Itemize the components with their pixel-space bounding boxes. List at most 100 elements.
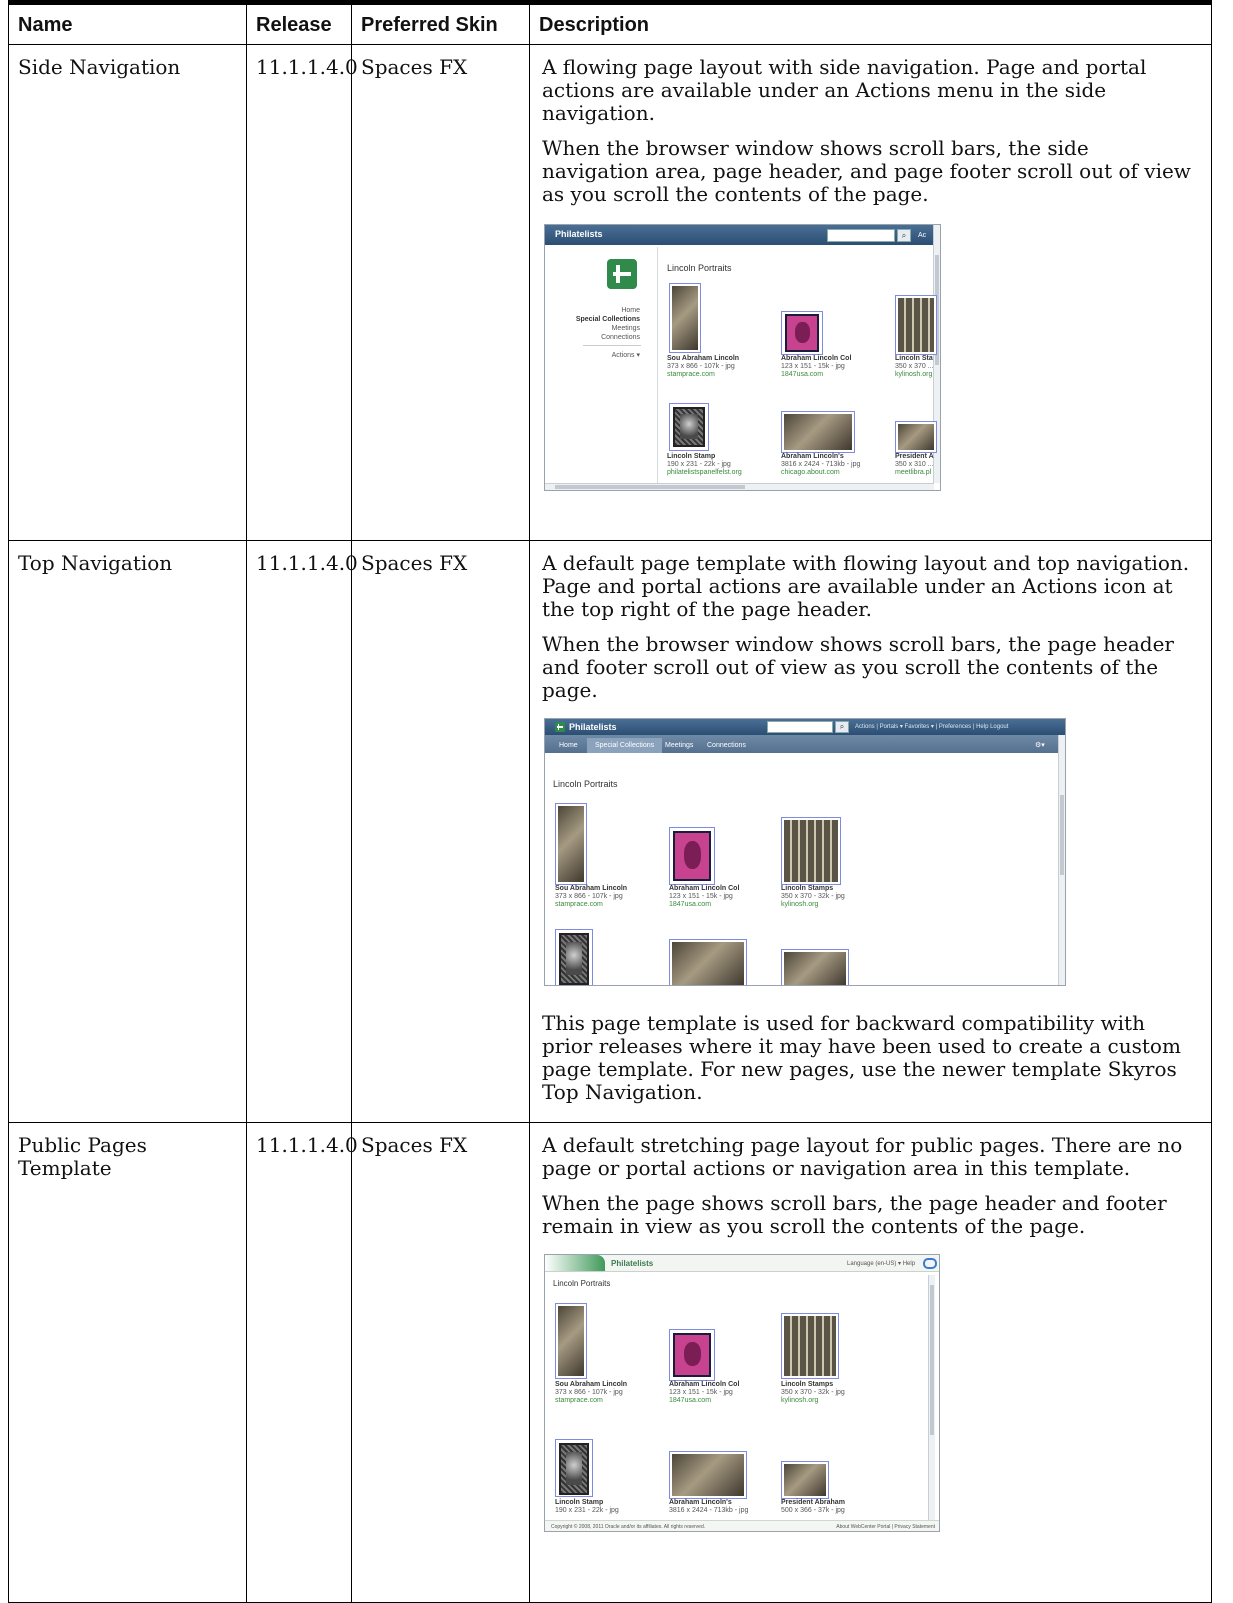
public-pages-screenshot: Philatelists Language (en-US) ▾ Help Lin… xyxy=(544,1254,940,1532)
thumbnail xyxy=(781,1461,829,1499)
top-navigation-screenshot: Philatelists ⌕ Actions | Portals ▾ Favor… xyxy=(544,718,1066,986)
screenshot-app-title: Philatelists xyxy=(611,1259,654,1268)
caption-title: Abraham Lincoln Col xyxy=(669,885,740,892)
table-row: Public Pages Template 11.1.1.4.0 Spaces … xyxy=(8,1122,1212,1603)
caption-title: Lincoln Stamp xyxy=(555,1499,604,1506)
description-paragraph: A flowing page layout with side navigati… xyxy=(542,55,1147,125)
thumbnail xyxy=(669,283,701,353)
description-paragraph: When the browser window shows scroll bar… xyxy=(542,632,1174,702)
screenshot-help-icon xyxy=(923,1258,937,1269)
caption-meta: 373 x 866 - 107k - jpg xyxy=(555,1389,623,1396)
screenshot-nav-item: Special Collections xyxy=(575,316,640,323)
caption-title: Abraham Lincoln's xyxy=(781,453,844,460)
caption-site: stamprace.com xyxy=(555,1397,603,1404)
caption-site: 1847usa.com xyxy=(781,371,824,378)
document-page: Name Release Preferred Skin Description … xyxy=(0,0,1233,1603)
caption-meta: 123 x 151 - 15k - jpg xyxy=(669,893,733,900)
thumbnail xyxy=(669,939,747,985)
thumbnail xyxy=(669,1451,747,1499)
caption-title: Lincoln Sta xyxy=(895,355,933,362)
thumbnail xyxy=(555,1439,593,1497)
thumbnail xyxy=(669,403,709,451)
caption-meta: 350 x 310 ... xyxy=(895,461,934,468)
screenshot-nav-divider xyxy=(583,345,641,346)
screenshot-page-heading: Lincoln Portraits xyxy=(553,1279,611,1288)
table-row: Side Navigation 11.1.1.4.0 Spaces FX A f… xyxy=(8,44,1212,541)
cell-name: Side Navigation xyxy=(8,44,247,541)
screenshot-search-icon: ⌕ xyxy=(835,721,849,733)
caption-meta: 350 x 370 - 32k - jpg xyxy=(781,1389,845,1396)
caption-meta: 123 x 151 - 15k - jpg xyxy=(781,363,845,370)
caption-site: stamprace.com xyxy=(555,901,603,908)
column-header-preferred-skin: Preferred Skin xyxy=(351,2,530,45)
screenshot-actions-menu: Actions ▾ xyxy=(611,352,640,359)
screenshot-search-box xyxy=(827,229,895,242)
column-header-name: Name xyxy=(8,2,247,45)
caption-meta: 350 x 370 ... xyxy=(895,363,934,370)
cell-name: Top Navigation xyxy=(8,540,247,1123)
caption-title: Lincoln Stamp xyxy=(667,453,716,460)
screenshot-tab: Special Collections xyxy=(587,738,663,753)
page-templates-table: Name Release Preferred Skin Description … xyxy=(8,0,1212,1603)
thumbnail xyxy=(781,1313,839,1379)
screenshot-horizontal-scrollbar xyxy=(545,483,934,490)
caption-title: Abraham Lincoln's xyxy=(669,1499,732,1506)
thumbnail xyxy=(781,311,823,355)
cell-release: 11.1.1.4.0 xyxy=(246,540,358,1123)
thumbnail xyxy=(781,411,855,453)
screenshot-nav-item: Meetings xyxy=(611,325,640,332)
cell-skin: Spaces FX xyxy=(351,1122,530,1603)
cell-name: Public Pages Template xyxy=(8,1122,247,1603)
cell-skin: Spaces FX xyxy=(351,44,530,541)
thumbnail xyxy=(781,949,849,985)
cell-release: 11.1.1.4.0 xyxy=(246,1122,358,1603)
screenshot-search-box xyxy=(767,721,833,733)
screenshot-tab: Meetings xyxy=(665,742,694,749)
screenshot-nav-item: Home xyxy=(621,307,640,314)
screenshot-actions-link: Ac xyxy=(918,232,927,239)
cell-release: 11.1.1.4.0 xyxy=(246,44,358,541)
caption-title: Sou Abraham Lincoln xyxy=(555,885,628,892)
thumbnail xyxy=(555,929,593,985)
column-header-description: Description xyxy=(529,2,1212,45)
caption-meta: 373 x 866 - 107k - jpg xyxy=(667,363,735,370)
caption-title: Abraham Lincoln Col xyxy=(781,355,852,362)
caption-site: kylinosh.org xyxy=(781,1397,819,1404)
screenshot-footer-links: About WebCenter Portal | Privacy Stateme… xyxy=(836,1524,935,1530)
column-header-release: Release xyxy=(246,2,352,45)
screenshot-header-links: Actions | Portals ▾ Favorites ▾ | Prefer… xyxy=(855,724,1009,730)
caption-site: philatelistspanelfelst.org xyxy=(667,469,742,476)
caption-site: 1847usa.com xyxy=(669,901,712,908)
caption-title: President Abraham xyxy=(781,1499,845,1506)
screenshot-tab: Connections xyxy=(707,742,746,749)
description-paragraph: This page template is used for backward … xyxy=(542,1011,1181,1104)
description-paragraph: When the page shows scroll bars, the pag… xyxy=(542,1191,1167,1238)
caption-meta: 123 x 151 - 15k - jpg xyxy=(669,1389,733,1396)
caption-title: President A xyxy=(895,453,934,460)
caption-meta: 3816 x 2424 - 713kb - jpg xyxy=(669,1507,749,1514)
thumbnail xyxy=(555,1303,587,1379)
thumbnail xyxy=(895,295,937,355)
cell-description: A default stretching page layout for pub… xyxy=(529,1122,1212,1603)
table-row: Top Navigation 11.1.1.4.0 Spaces FX A de… xyxy=(8,540,1212,1123)
thumbnail xyxy=(669,1329,715,1381)
caption-site: chicago.about.com xyxy=(781,469,840,476)
screenshot-tab: Home xyxy=(559,742,578,749)
cell-description: A default page template with flowing lay… xyxy=(529,540,1212,1123)
screenshot-nav-separator xyxy=(657,247,658,483)
screenshot-search-icon: ⌕ xyxy=(897,229,911,242)
caption-title: Sou Abraham Lincoln xyxy=(555,1381,628,1388)
description-paragraph: When the browser window shows scroll bar… xyxy=(542,136,1191,206)
caption-title: Sou Abraham Lincoln xyxy=(667,355,740,362)
caption-title: Lincoln Stamps xyxy=(781,1381,834,1388)
screenshot-logo-icon xyxy=(607,259,637,289)
caption-meta: 500 x 366 - 37k - jpg xyxy=(781,1507,845,1514)
description-paragraph: A default page template with flowing lay… xyxy=(542,551,1190,621)
caption-site: 1847usa.com xyxy=(669,1397,712,1404)
caption-meta: 3816 x 2424 - 713kb - jpg xyxy=(781,461,861,468)
screenshot-vertical-scrollbar xyxy=(1058,735,1065,985)
screenshot-logo-icon xyxy=(555,722,565,732)
caption-title: Abraham Lincoln Col xyxy=(669,1381,740,1388)
cell-skin: Spaces FX xyxy=(351,540,530,1123)
screenshot-footer-copyright: Copyright © 2008, 2011 Oracle and/or its… xyxy=(551,1524,706,1530)
